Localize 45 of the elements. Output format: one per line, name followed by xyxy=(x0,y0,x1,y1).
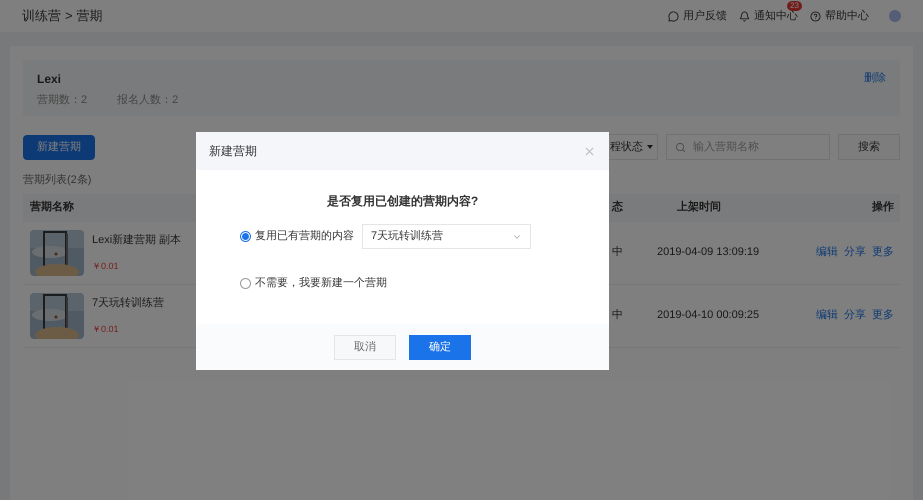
confirm-button[interactable]: 确定 xyxy=(409,334,471,360)
action-link[interactable]: 分享 xyxy=(844,244,866,261)
search-icon xyxy=(675,142,686,153)
action-link[interactable]: 编辑 xyxy=(816,307,838,324)
action-link[interactable]: 编辑 xyxy=(816,244,838,261)
price: ￥0.01 xyxy=(92,260,120,273)
list-title: 营期列表(2条) xyxy=(23,173,92,188)
bell-icon xyxy=(739,10,750,22)
close-icon[interactable] xyxy=(583,144,596,158)
column-header: 上架时间 xyxy=(676,200,721,216)
radio-option[interactable]: 不需要，我要新建一个营期 xyxy=(240,275,387,292)
breadcrumb-current: 营期 xyxy=(76,7,103,26)
search-button[interactable]: 搜索 xyxy=(838,134,900,160)
header-link[interactable]: 用户反馈 xyxy=(668,8,727,24)
notification-badge: 23 xyxy=(787,0,802,11)
column-header: 态 xyxy=(612,200,623,216)
table-cell-text: 2019-04-09 13:09:19 xyxy=(656,245,760,260)
help-icon xyxy=(810,10,821,22)
period-select[interactable]: 7天玩转训练营 xyxy=(362,224,531,249)
avatar-icon[interactable] xyxy=(889,10,901,22)
caret-icon xyxy=(647,145,653,149)
period-name: 7天玩转训练营 xyxy=(92,296,164,310)
column-header: 操作 xyxy=(872,200,895,216)
table-cell-text: 中 xyxy=(612,308,623,324)
dialog-question: 是否复用已创建的营期内容? xyxy=(326,193,480,210)
camp-stat: 营期数：2 xyxy=(37,93,88,108)
table-cell-text: 中 xyxy=(612,245,623,260)
period-name: Lexi新建营期 副本 xyxy=(92,232,182,248)
camp-name: Lexi xyxy=(37,71,62,88)
table-cell-text: 2019-04-10 00:09:25 xyxy=(656,308,760,324)
chat-icon xyxy=(668,10,679,22)
camp-stat: 报名人数：2 xyxy=(117,93,178,108)
new-period-button[interactable]: 新建营期 xyxy=(23,134,95,160)
dialog-title: 新建营期 xyxy=(209,143,257,160)
action-link[interactable]: 分享 xyxy=(844,307,866,324)
radio-option[interactable]: 复用已有营期的内容 xyxy=(240,228,354,245)
breadcrumb-link[interactable]: 训练营 xyxy=(22,6,61,26)
breadcrumb-separator: > xyxy=(65,7,73,26)
delete-link[interactable]: 删除 xyxy=(864,70,886,116)
column-header: 营期名称 xyxy=(29,200,74,216)
action-link[interactable]: 更多 xyxy=(872,307,894,324)
cancel-button[interactable]: 取消 xyxy=(334,334,396,360)
price: ￥0.01 xyxy=(92,323,120,336)
action-link[interactable]: 更多 xyxy=(872,244,894,261)
header-link[interactable]: 帮助中心 xyxy=(810,8,869,24)
